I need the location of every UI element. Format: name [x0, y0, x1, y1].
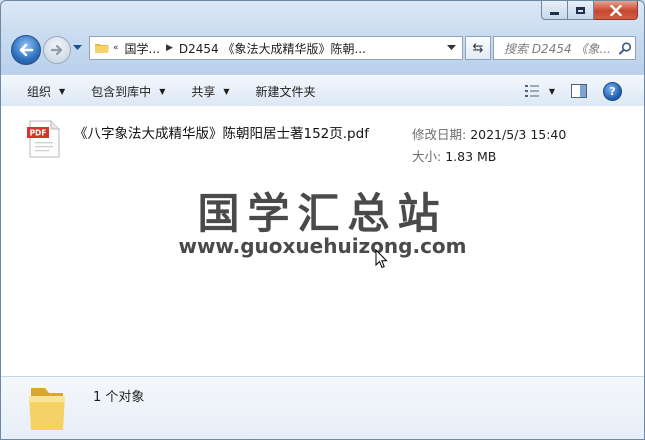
forward-button[interactable] — [43, 36, 71, 64]
share-label: 共享 — [191, 84, 216, 99]
command-bar-right: ▼ ? — [524, 76, 644, 106]
close-button[interactable] — [594, 1, 638, 20]
arrow-right-icon — [50, 44, 63, 56]
new-folder-button[interactable]: 新建文件夹 — [243, 76, 329, 106]
file-modified-date: 修改日期: 2021/5/3 15:40 — [412, 124, 566, 143]
caption-buttons — [541, 1, 638, 21]
details-pane: 1 个对象 — [1, 376, 644, 439]
file-list-pane[interactable]: PDF 《八字象法大成精华版》陈朝阳居士著152页.pdf 修改日期: 2021… — [1, 106, 644, 376]
share-menu[interactable]: 共享 ▼ — [178, 76, 242, 106]
search-input[interactable]: 搜索 D2454 《象... — [494, 40, 615, 57]
close-icon — [609, 4, 622, 16]
watermark-title: 国学汇总站 — [197, 189, 448, 238]
chevron-down-icon: ▼ — [159, 86, 166, 96]
navigation-bar: « 国学... ▶ D2454 《象法大成精华版》陈朝... ⇆ 搜索 D245… — [9, 33, 636, 65]
modified-date-label: 修改日期: — [412, 127, 467, 142]
include-in-library-label: 包含到库中 — [91, 84, 152, 99]
size-label: 大小: — [412, 149, 442, 164]
refresh-button[interactable]: ⇆ — [465, 36, 491, 60]
help-icon[interactable]: ? — [603, 81, 622, 101]
organize-menu[interactable]: 组织 ▼ — [1, 76, 78, 106]
chevron-right-icon[interactable]: ▶ — [164, 43, 175, 53]
preview-pane-button[interactable] — [571, 84, 587, 98]
file-name: 《八字象法大成精华版》陈朝阳居士著152页.pdf — [74, 126, 369, 142]
organize-label: 组织 — [27, 84, 52, 99]
address-segment[interactable]: D2454 《象法大成精华版》陈朝... — [175, 40, 370, 57]
chevron-down-icon[interactable] — [447, 45, 456, 51]
preview-pane-icon — [571, 84, 587, 98]
item-count: 1 个对象 — [93, 390, 145, 405]
arrow-left-icon — [19, 43, 34, 57]
pdf-icon-label: PDF — [30, 129, 47, 138]
maximize-icon — [576, 6, 585, 14]
view-options-button[interactable]: ▼ — [524, 84, 555, 98]
file-item[interactable]: PDF 《八字象法大成精华版》陈朝阳居士著152页.pdf 修改日期: 2021… — [27, 116, 587, 164]
view-list-icon — [524, 85, 539, 97]
minimize-icon — [550, 11, 559, 15]
maximize-button[interactable] — [568, 1, 594, 20]
address-bar[interactable]: « 国学... ▶ D2454 《象法大成精华版》陈朝... — [89, 36, 463, 60]
mouse-cursor-icon — [375, 249, 388, 269]
explorer-window: « 国学... ▶ D2454 《象法大成精华版》陈朝... ⇆ 搜索 D245… — [0, 0, 645, 440]
folder-icon — [29, 388, 65, 430]
chevron-down-icon: ▼ — [223, 86, 230, 96]
pdf-icon: PDF — [27, 120, 60, 158]
refresh-icon: ⇆ — [472, 40, 484, 56]
back-button[interactable] — [11, 35, 41, 65]
watermark-url: www.guoxuehuizong.com — [178, 234, 467, 258]
search-box[interactable]: 搜索 D2454 《象... — [493, 36, 636, 60]
chevron-down-icon: ▼ — [548, 86, 555, 96]
file-size: 大小: 1.83 MB — [412, 146, 496, 165]
new-folder-label: 新建文件夹 — [255, 84, 316, 99]
chevron-down-icon: ▼ — [59, 86, 66, 96]
modified-date-value: 2021/5/3 15:40 — [470, 127, 567, 142]
search-icon[interactable] — [615, 41, 635, 55]
recent-pages-dropdown-icon[interactable] — [73, 45, 82, 51]
command-bar: 组织 ▼ 包含到库中 ▼ 共享 ▼ 新建文件夹 ▼ ? — [1, 75, 644, 107]
include-in-library-menu[interactable]: 包含到库中 ▼ — [78, 76, 178, 106]
folder-icon — [93, 42, 111, 54]
minimize-button[interactable] — [541, 1, 568, 20]
address-segment[interactable]: 国学... — [121, 40, 164, 57]
address-overflow-icon[interactable]: « — [111, 43, 121, 53]
size-value: 1.83 MB — [445, 149, 497, 164]
